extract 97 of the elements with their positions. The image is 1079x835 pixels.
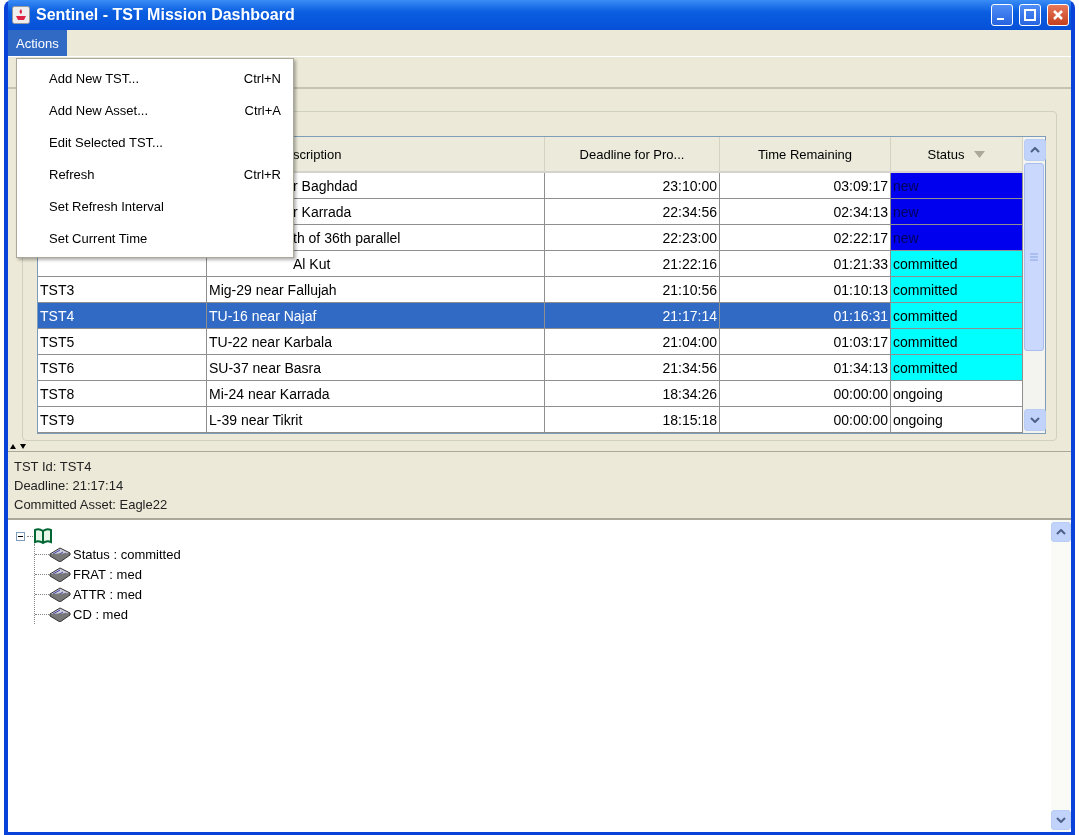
table-cell: 02:22:17 bbox=[833, 229, 888, 246]
table-cell: Al Kut bbox=[293, 255, 331, 272]
status-cell: committed bbox=[891, 329, 1023, 355]
table-cell: 21:22:16 bbox=[662, 255, 717, 272]
minimize-button[interactable] bbox=[991, 4, 1013, 26]
table-cell: TST8 bbox=[40, 385, 75, 402]
detail-text: Committed Asset: Eagle22 bbox=[14, 496, 169, 514]
minus-icon bbox=[18, 533, 23, 539]
tree-item[interactable]: Status : committed bbox=[73, 546, 181, 562]
table-cell: TST4 bbox=[40, 307, 75, 324]
column-header[interactable]: scription bbox=[293, 146, 342, 162]
book-icon bbox=[49, 566, 71, 582]
status-cell: committed bbox=[891, 355, 1023, 381]
book-icon bbox=[49, 606, 71, 622]
table-cell: th of 36th parallel bbox=[293, 229, 401, 246]
table-cell: 01:16:31 bbox=[833, 307, 888, 324]
table-row[interactable]: TST5 TU-22 near Karbala 21:04:00 01:03:17 committed bbox=[38, 329, 1023, 355]
table-cell: r Baghdad bbox=[293, 177, 358, 194]
shortcut-text: Ctrl+A bbox=[244, 102, 281, 118]
menu-item[interactable]: Add New Asset... bbox=[49, 102, 245, 118]
menu-item[interactable]: Edit Selected TST... bbox=[49, 134, 281, 150]
status-cell: new bbox=[891, 225, 1023, 251]
chevron-up-icon bbox=[1056, 529, 1066, 535]
table-cell: L-39 near Tikrit bbox=[209, 411, 303, 428]
splitter-arrows-icon[interactable] bbox=[10, 443, 28, 449]
tree-item[interactable]: ATTR : med bbox=[73, 586, 143, 602]
tree-item[interactable]: FRAT : med bbox=[73, 566, 142, 582]
table-cell: 18:15:18 bbox=[662, 411, 717, 428]
menu-item[interactable]: Add New TST... bbox=[49, 70, 244, 86]
close-icon bbox=[1052, 9, 1064, 21]
table-cell: r Karrada bbox=[293, 203, 352, 220]
table-row[interactable]: TST8 Mi-24 near Karrada 18:34:26 00:00:00 ongoing bbox=[38, 381, 1023, 407]
table-cell: 22:23:00 bbox=[662, 229, 717, 246]
scroll-down-button[interactable] bbox=[1024, 409, 1046, 431]
status-cell: new bbox=[891, 173, 1023, 199]
status-cell: ongoing bbox=[891, 407, 1023, 433]
chevron-up-icon bbox=[1030, 147, 1040, 153]
table-cell: Mi-24 near Karrada bbox=[209, 385, 330, 402]
table-cell: Mig-29 near Fallujah bbox=[209, 281, 337, 298]
minimize-icon bbox=[996, 18, 1004, 20]
scroll-up-button[interactable] bbox=[1024, 139, 1046, 161]
tree-item[interactable]: CD : med bbox=[73, 606, 128, 622]
menu-item[interactable]: Set Current Time bbox=[49, 230, 281, 246]
menu-item[interactable]: Set Refresh Interval bbox=[49, 198, 281, 214]
table-cell: TST5 bbox=[40, 333, 75, 350]
status-cell: committed bbox=[891, 277, 1023, 303]
table-row[interactable]: TST6 SU-37 near Basra 21:34:56 01:34:13 committed bbox=[38, 355, 1023, 381]
scrollbar-thumb[interactable] bbox=[1024, 163, 1044, 351]
book-icon bbox=[49, 546, 71, 562]
status-cell: committed bbox=[891, 303, 1023, 329]
table-cell: 02:34:13 bbox=[833, 203, 888, 220]
table-cell: 21:10:56 bbox=[662, 281, 717, 298]
table-cell: TST9 bbox=[40, 411, 75, 428]
column-header[interactable]: Deadline for Pro... bbox=[579, 146, 685, 162]
detail-text: Deadline: 21:17:14 bbox=[14, 477, 125, 495]
table-cell: 00:00:00 bbox=[833, 385, 888, 402]
table-cell: 23:10:00 bbox=[662, 177, 717, 194]
table-row[interactable]: TST3 Mig-29 near Fallujah 21:10:56 01:10:13 committed bbox=[38, 277, 1023, 303]
table-row[interactable]: TST4 TU-16 near Najaf 21:17:14 01:16:31 committed bbox=[38, 303, 1023, 329]
status-cell: committed bbox=[891, 251, 1023, 277]
collapse-toggle[interactable] bbox=[16, 531, 25, 541]
table-cell: 01:03:17 bbox=[833, 333, 888, 350]
scroll-down-button[interactable] bbox=[1051, 810, 1071, 830]
status-cell: new bbox=[891, 199, 1023, 225]
table-cell: 01:10:13 bbox=[833, 281, 888, 298]
table-cell: TST3 bbox=[40, 281, 75, 298]
maximize-icon bbox=[1024, 9, 1036, 21]
shortcut-text: Ctrl+N bbox=[243, 70, 281, 86]
table-cell: 21:34:56 bbox=[662, 359, 717, 376]
table-cell: TST6 bbox=[40, 359, 75, 376]
table-cell: 00:00:00 bbox=[833, 411, 888, 428]
table-cell: 18:34:26 bbox=[662, 385, 717, 402]
book-icon bbox=[49, 586, 71, 602]
app-icon bbox=[12, 6, 30, 24]
table-cell: 22:34:56 bbox=[662, 203, 717, 220]
table-cell: 21:17:14 bbox=[662, 307, 717, 324]
open-book-icon bbox=[33, 527, 53, 545]
menu-title[interactable]: Actions bbox=[8, 30, 67, 56]
table-cell: 01:34:13 bbox=[833, 359, 888, 376]
close-button[interactable] bbox=[1047, 4, 1069, 26]
table-cell: TU-16 near Najaf bbox=[209, 307, 317, 324]
status-cell: ongoing bbox=[891, 381, 1023, 407]
scroll-up-button[interactable] bbox=[1051, 522, 1071, 542]
chevron-down-icon bbox=[1030, 417, 1040, 423]
column-header[interactable]: Status bbox=[927, 146, 965, 162]
column-header[interactable]: Time Remaining bbox=[757, 146, 853, 162]
table-cell: 03:09:17 bbox=[833, 177, 888, 194]
table-cell: 21:04:00 bbox=[662, 333, 717, 350]
window-title: Sentinel - TST Mission Dashboard bbox=[36, 6, 296, 24]
table-cell: 01:21:33 bbox=[833, 255, 888, 272]
maximize-button[interactable] bbox=[1019, 4, 1041, 26]
table-row[interactable]: TST9 L-39 near Tikrit 18:15:18 00:00:00 ongoing bbox=[38, 407, 1023, 433]
chevron-down-icon bbox=[1056, 817, 1066, 823]
table-row[interactable]: Al Kut 21:22:16 01:21:33 committed bbox=[38, 251, 1023, 277]
table-cell: TU-22 near Karbala bbox=[209, 333, 332, 350]
detail-text: TST Id: TST4 bbox=[14, 458, 93, 476]
table-cell: SU-37 near Basra bbox=[209, 359, 322, 376]
